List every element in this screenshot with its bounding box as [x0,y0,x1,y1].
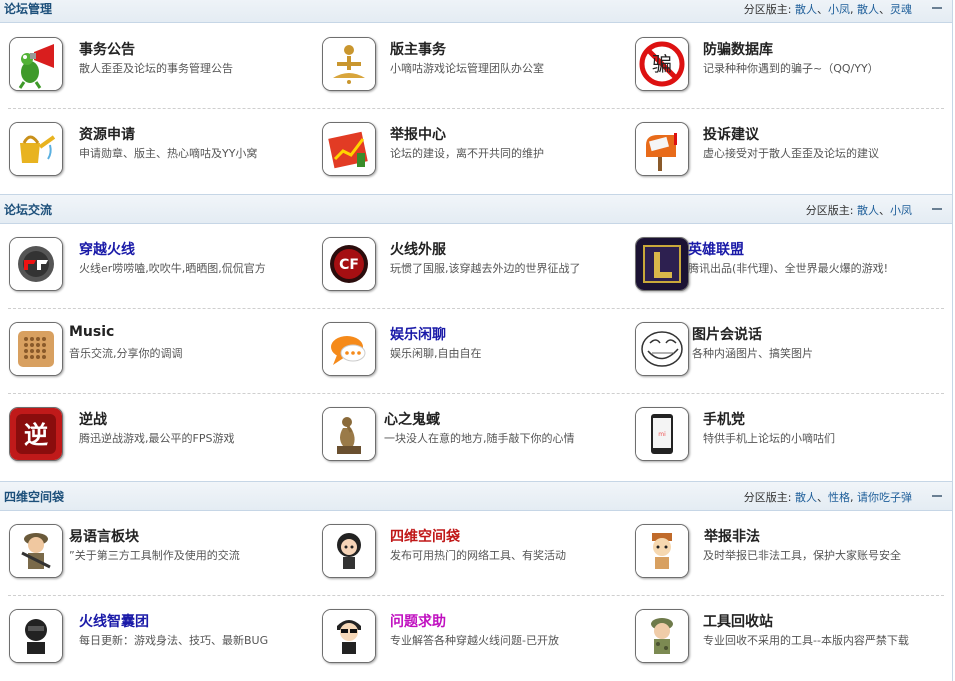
forum-entry: 工具回收站专业回收不采用的工具--本版内容严禁下载 [0,609,909,679]
svg-text:骗: 骗 [652,52,672,76]
moderator-link[interactable]: 性格 [828,491,850,504]
forum-description: 小嘀咕游戏论坛管理团队办公室 [390,62,544,75]
sunglasses-avatar-icon[interactable] [322,609,376,663]
forum-name-link[interactable]: 版主事务 [390,39,446,59]
forum-entry: 骗 防骗数据库记录种种你遇到的骗子~（QQ/YY） [0,37,879,107]
section-moderators: 分区版主: 散人、小凤, 散人、灵魂 [744,1,912,17]
forum-description: 记录种种你遇到的骗子~（QQ/YY） [703,62,879,75]
moderator-link[interactable]: 散人 [795,491,817,504]
section-moderators: 分区版主: 散人、性格, 请你吃子弹 [744,489,912,505]
no-fraud-sign-icon[interactable]: 骗 [635,37,689,91]
section-title[interactable]: 论坛交流 [4,201,52,218]
report-chart-icon[interactable] [322,122,376,176]
row-divider [8,595,944,596]
moderator-link[interactable]: 小凤 [828,3,850,16]
chat-bubble-icon[interactable] [322,322,376,376]
forum-description: 专业回收不采用的工具--本版内容严禁下载 [703,634,909,647]
section-header: 论坛交流 分区版主: 散人、小凤 [0,194,952,224]
forum-name-link[interactable]: 工具回收站 [703,611,773,631]
moderators-label: 分区版主: [805,204,854,217]
forum-name-link[interactable]: 娱乐闲聊 [390,324,446,344]
forum-name-link[interactable]: 手机党 [703,409,745,429]
thinker-statue-icon[interactable] [322,407,376,461]
forum-description: 虚心接受对于散人歪歪及论坛的建议 [703,147,879,160]
mailbox-icon[interactable] [635,122,689,176]
collapse-icon[interactable] [932,495,942,497]
girl-avatar-icon[interactable] [322,524,376,578]
forum-name-link[interactable]: 四维空间袋 [390,526,460,546]
row-divider [8,108,944,109]
forum-description: 娱乐闲聊,自由自在 [390,347,482,360]
row-divider [8,393,944,394]
section-title[interactable]: 四维空间袋 [4,488,64,505]
forum-entry: 举报非法及时举报已非法工具，保护大家账号安全 [0,524,901,594]
forum-description: 一块没人在意的地方,随手敲下你的心情 [384,432,575,445]
forum-name-link[interactable]: 问题求助 [390,611,446,631]
moderator-link[interactable]: 小凤 [890,204,912,217]
forum-name-link[interactable]: 图片会说话 [692,324,762,344]
forum-description: 腾讯出品(非代理)、全世界最火爆的游戏! [688,262,888,275]
forum-name-link[interactable]: 举报非法 [704,526,760,546]
officer-avatar-icon[interactable] [635,524,689,578]
section-moderators: 分区版主: 散人、小凤 [806,202,912,218]
row-divider [8,308,944,309]
moderator-separator: 、 [817,491,828,504]
forum-entry: mi 手机党特供手机上论坛的小嘀咕们 [0,407,835,477]
forum-name-link[interactable]: 英雄联盟 [688,239,744,259]
forum-name-link[interactable]: 心之鬼蜮 [384,409,440,429]
collapse-icon[interactable] [932,208,942,210]
moderator-separator: 、 [817,3,828,16]
moderator-link[interactable]: 散人 [857,3,879,16]
section-header: 四维空间袋 分区版主: 散人、性格, 请你吃子弹 [0,481,952,511]
forum-name-link[interactable]: 火线外服 [390,239,446,259]
forum-index: 论坛管理 分区版主: 散人、小凤, 散人、灵魂 事务公告 散人歪歪及论坛的事务管理公告… [0,0,953,681]
moderators-label: 分区版主: [743,491,792,504]
forum-entry: 英雄联盟腾讯出品(非代理)、全世界最火爆的游戏! [0,237,888,307]
forum-description: 玩惯了国服,该穿越去外边的世界征战了 [390,262,581,275]
forum-name-link[interactable]: 举报中心 [390,124,446,144]
troll-face-icon[interactable] [635,322,689,376]
meditating-figure-icon[interactable] [322,37,376,91]
camo-avatar-icon[interactable] [635,609,689,663]
league-of-legends-logo-icon[interactable] [635,237,689,291]
collapse-icon[interactable] [932,7,942,9]
forum-description: 专业解答各种穿越火线问题-已开放 [390,634,559,647]
svg-text:mi: mi [658,431,666,438]
moderator-separator: 、 [879,3,890,16]
forum-name-link[interactable]: 防骗数据库 [703,39,773,59]
forum-entry: 图片会说话各种内涵图片、搞笑图片 [0,322,813,392]
forum-description: 各种内涵图片、搞笑图片 [692,347,813,360]
forum-description: 发布可用热门的网络工具、有奖活动 [390,549,566,562]
forum-description: 及时举报已非法工具，保护大家账号安全 [703,549,901,562]
moderator-separator: , [850,491,857,504]
moderator-link[interactable]: 散人 [857,204,879,217]
moderator-link[interactable]: 请你吃子弹 [857,491,912,504]
section-title[interactable]: 论坛管理 [4,0,52,17]
moderator-separator: , [850,3,857,16]
smartphone-icon[interactable]: mi [635,407,689,461]
svg-text:CF: CF [339,257,359,273]
moderator-link[interactable]: 散人 [795,3,817,16]
moderator-separator: 、 [879,204,890,217]
forum-description: 论坛的建设，离不开共同的维护 [390,147,544,160]
crossfire-global-logo-icon[interactable]: CF [322,237,376,291]
forum-name-link[interactable]: 投诉建议 [703,124,759,144]
section-header: 论坛管理 分区版主: 散人、小凤, 散人、灵魂 [0,0,952,23]
moderators-label: 分区版主: [743,3,792,16]
forum-description: 特供手机上论坛的小嘀咕们 [703,432,835,445]
moderator-link[interactable]: 灵魂 [890,3,912,16]
forum-entry: 投诉建议虚心接受对于散人歪歪及论坛的建议 [0,122,879,192]
